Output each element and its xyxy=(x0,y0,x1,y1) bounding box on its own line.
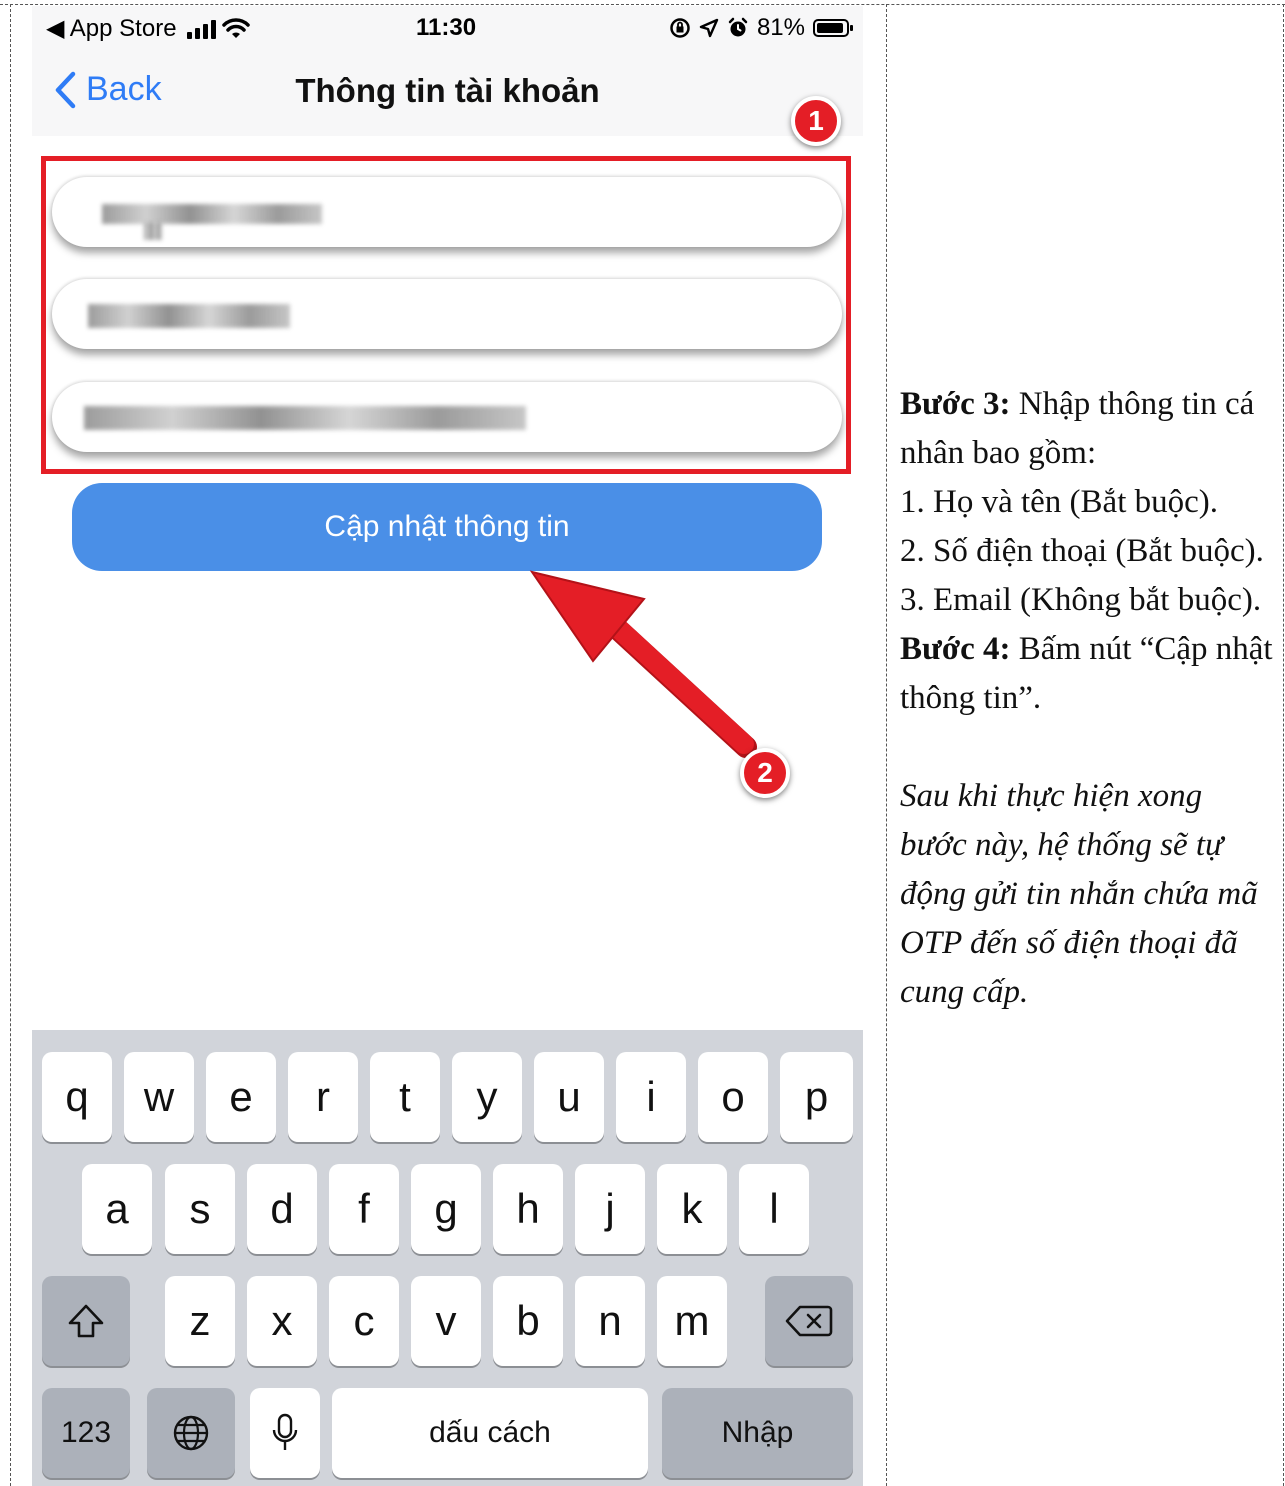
globe-icon xyxy=(173,1415,209,1451)
frame-border-left xyxy=(10,4,11,1486)
key-b[interactable]: b xyxy=(493,1276,563,1366)
step-3-item-1: 1. Họ và tên (Bắt buộc). xyxy=(900,484,1218,520)
frame-column-divider xyxy=(886,4,887,1486)
key-o[interactable]: o xyxy=(698,1052,768,1142)
backspace-key[interactable] xyxy=(765,1276,853,1366)
key-d[interactable]: d xyxy=(247,1164,317,1254)
key-i[interactable]: i xyxy=(616,1052,686,1142)
key-q[interactable]: q xyxy=(42,1052,112,1142)
key-s[interactable]: s xyxy=(165,1164,235,1254)
key-u[interactable]: u xyxy=(534,1052,604,1142)
key-j[interactable]: j xyxy=(575,1164,645,1254)
microphone-key[interactable] xyxy=(250,1388,320,1478)
step-4-label: Bước 4: xyxy=(900,631,1011,667)
key-c[interactable]: c xyxy=(329,1276,399,1366)
key-z[interactable]: z xyxy=(165,1276,235,1366)
shift-key[interactable] xyxy=(42,1276,130,1366)
step-badge-2: 2 xyxy=(740,748,790,798)
key-m[interactable]: m xyxy=(657,1276,727,1366)
space-key[interactable]: dấu cách xyxy=(332,1388,648,1478)
step-4: Bước 4: Bấm nút “Cập nhật thông tin”. xyxy=(900,625,1275,723)
key-y[interactable]: y xyxy=(452,1052,522,1142)
key-r[interactable]: r xyxy=(288,1052,358,1142)
key-f[interactable]: f xyxy=(329,1164,399,1254)
shift-icon xyxy=(68,1304,104,1338)
key-p[interactable]: p xyxy=(780,1052,853,1142)
key-g[interactable]: g xyxy=(411,1164,481,1254)
key-n[interactable]: n xyxy=(575,1276,645,1366)
key-v[interactable]: v xyxy=(411,1276,481,1366)
key-l[interactable]: l xyxy=(739,1164,809,1254)
instructions-panel: Bước 3: Nhập thông tin cá nhân bao gồm: … xyxy=(900,380,1275,1017)
key-a[interactable]: a xyxy=(82,1164,152,1254)
step-3-item-2: 2. Số điện thoại (Bắt buộc). xyxy=(900,533,1264,569)
backspace-icon xyxy=(785,1305,833,1337)
step-3-label: Bước 3: xyxy=(900,386,1011,422)
microphone-icon xyxy=(272,1413,298,1450)
key-w[interactable]: w xyxy=(124,1052,194,1142)
key-t[interactable]: t xyxy=(370,1052,440,1142)
key-x[interactable]: x xyxy=(247,1276,317,1366)
on-screen-keyboard: q w e r t y u i o p a s d f g h j k l z … xyxy=(32,1030,863,1486)
return-key[interactable]: Nhập xyxy=(662,1388,853,1478)
step-3: Bước 3: Nhập thông tin cá nhân bao gồm: xyxy=(900,380,1275,478)
numbers-key[interactable]: 123 xyxy=(42,1388,130,1478)
otp-note: Sau khi thực hiện xong bước này, hệ thốn… xyxy=(900,778,1258,1010)
phone-screenshot: ◀ App Store 11:30 81% Back Thông tin tài… xyxy=(32,6,863,1486)
red-arrow-annotation xyxy=(529,570,757,758)
frame-border-top xyxy=(0,4,1285,5)
key-e[interactable]: e xyxy=(206,1052,276,1142)
key-h[interactable]: h xyxy=(493,1164,563,1254)
key-k[interactable]: k xyxy=(657,1164,727,1254)
globe-key[interactable] xyxy=(147,1388,235,1478)
step-3-item-3: 3. Email (Không bắt buộc). xyxy=(900,582,1262,618)
frame-border-right xyxy=(1283,4,1284,1486)
